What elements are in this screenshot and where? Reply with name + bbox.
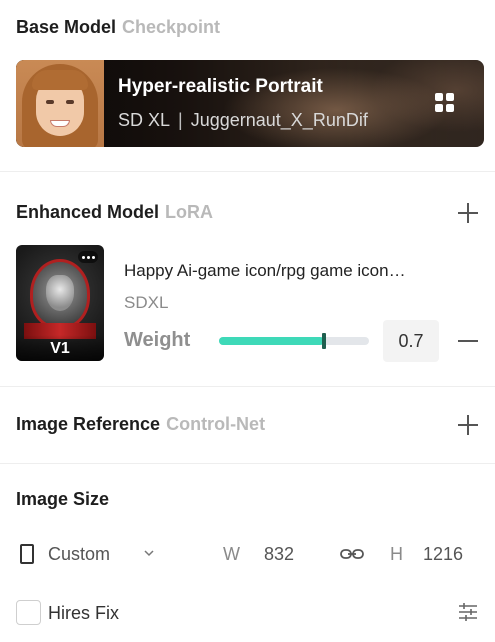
weight-slider-handle[interactable] [322,333,326,349]
more-options-icon[interactable] [78,251,98,263]
base-model-checkpoint: Juggernaut_X_RunDif [190,110,368,130]
weight-slider[interactable] [219,333,369,349]
image-reference-heading: Image Reference Control-Net [16,414,265,435]
width-input[interactable]: 832 [264,544,294,565]
enhanced-model-subtitle: LoRA [165,202,214,222]
base-model-subtitle: Checkpoint [122,17,221,37]
add-control-net-plus-icon[interactable] [458,415,478,435]
base-model-version: SD XL [118,110,171,130]
link-icon[interactable] [340,546,364,562]
enhanced-model-title: Enhanced Model [16,202,160,222]
weight-value-input[interactable]: 0.7 [383,320,439,362]
image-reference-subtitle: Control-Net [166,414,266,434]
hires-fix-checkbox[interactable] [16,600,41,625]
height-input[interactable]: 1216 [423,544,463,565]
image-size-title: Image Size [16,489,110,509]
lora-name: Happy Ai-game icon/rpg game icon… [124,261,406,280]
lora-thumbnail[interactable]: V1 [16,245,104,361]
base-model-card[interactable]: Hyper-realistic Portrait SD XL | Juggernau… [16,60,484,147]
grid-icon[interactable] [435,93,455,113]
width-label: W [223,544,240,564]
image-reference-title: Image Reference [16,414,161,434]
divider [0,386,495,387]
add-lora-plus-icon[interactable] [458,203,478,223]
remove-lora-minus-icon[interactable] [458,340,478,342]
base-model-meta: SD XL | Juggernaut_X_RunDif [118,110,368,131]
hires-fix-row: Hires Fix [16,600,486,630]
weight-slider-fill [219,337,324,345]
version-badge: V1 [50,340,70,357]
settings-sliders-icon[interactable] [458,603,478,621]
hires-fix-label: Hires Fix [48,603,119,623]
enhanced-model-heading: Enhanced Model LoRA [16,202,213,223]
lora-base-model: SDXL [124,293,169,312]
base-model-heading: Base Model Checkpoint [16,17,220,38]
size-preset-select[interactable]: Custom [48,544,110,565]
model-thumbnail [16,60,104,147]
weight-label: Weight [124,329,191,351]
base-model-name: Hyper-realistic Portrait [118,76,323,97]
height-label: H [390,544,403,564]
meta-separator: | [178,110,183,130]
image-size-row: Custom W 832 H 1216 [16,542,486,572]
divider [0,171,495,172]
portrait-orientation-icon[interactable] [20,544,34,564]
chevron-down-icon[interactable] [144,548,154,558]
divider [0,463,495,464]
base-model-title: Base Model [16,17,117,37]
